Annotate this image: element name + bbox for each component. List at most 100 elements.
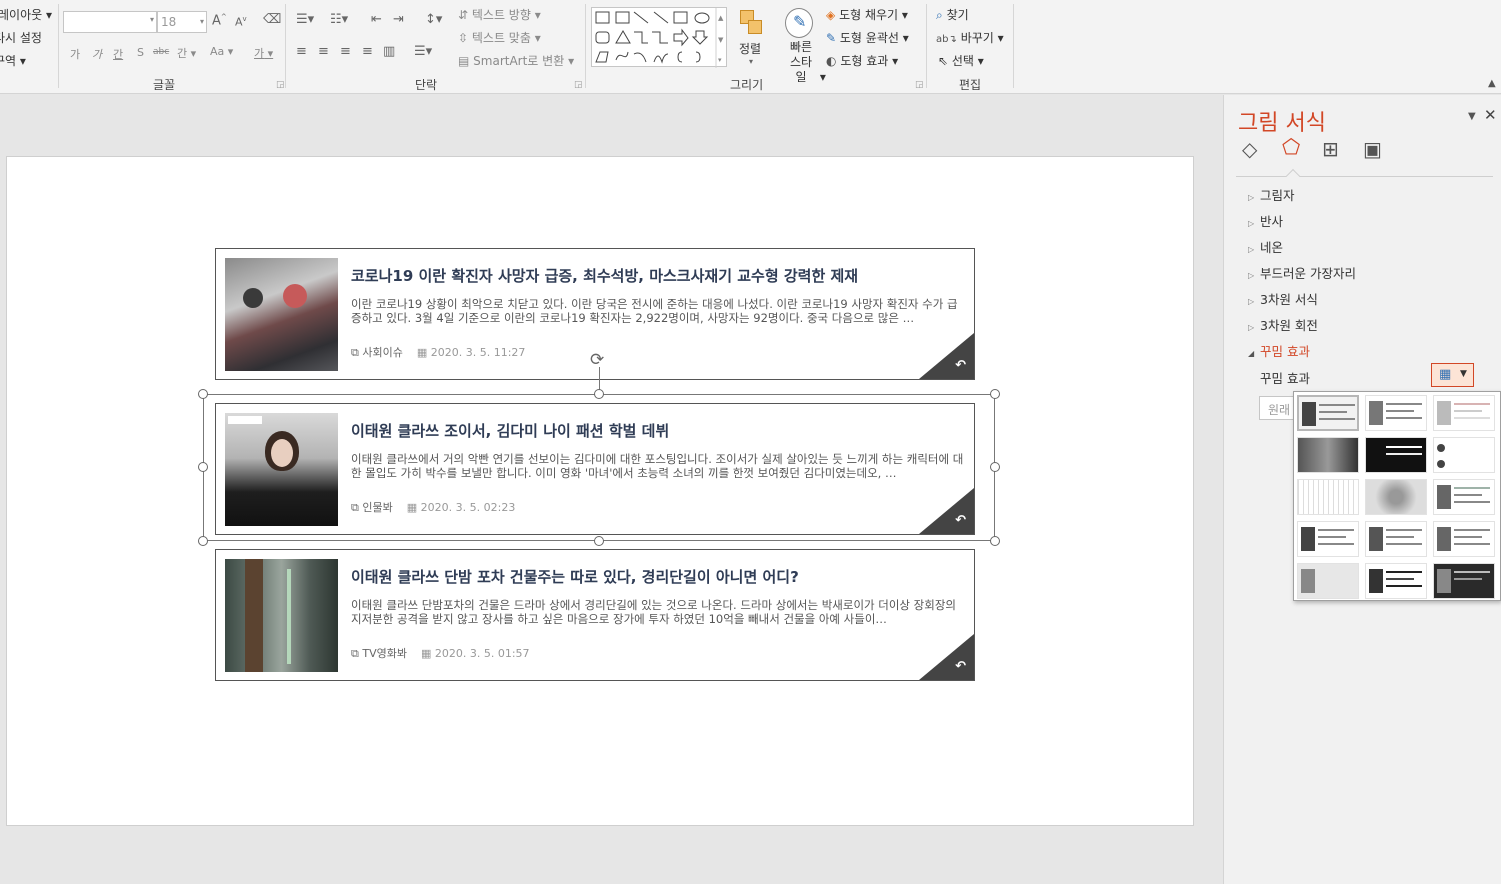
effect-marker[interactable] bbox=[1365, 395, 1427, 431]
section-soft-edges[interactable]: ▷ 부드러운 가장자리 bbox=[1248, 263, 1356, 282]
effect-none[interactable] bbox=[1297, 395, 1359, 431]
chevron-right-icon: ▷ bbox=[1248, 297, 1255, 306]
align-text-button[interactable]: ⇳ 텍스트 맞춤 ▾ bbox=[458, 29, 541, 46]
slide[interactable]: 코로나19 이란 확진자 사망자 급증, 최수석방, 마스크사재기 교수형 강력… bbox=[6, 156, 1194, 826]
post-title[interactable]: 이태원 클라쓰 조이서, 김다미 나이 패션 학벌 데뷔 bbox=[351, 420, 669, 441]
justify-icon[interactable]: ≡ bbox=[362, 44, 373, 59]
resize-handle[interactable] bbox=[198, 389, 208, 399]
font-size-input[interactable]: 18 ▾ bbox=[157, 11, 207, 33]
shape-outline-button[interactable]: ✎ 도형 윤곽선 ▾ bbox=[826, 29, 909, 46]
numbering-icon[interactable]: ☷▾ bbox=[330, 12, 348, 27]
dialog-launcher-icon[interactable]: ◲ bbox=[915, 80, 924, 90]
clear-format-icon[interactable]: ⌫ bbox=[263, 12, 281, 27]
effect-light-screen[interactable] bbox=[1365, 563, 1427, 599]
layout-button[interactable]: 레이아웃 ▾ bbox=[0, 6, 52, 23]
reset-button[interactable]: 다시 설정 bbox=[0, 29, 42, 46]
resize-handle[interactable] bbox=[198, 536, 208, 546]
section-3d-rotation[interactable]: ▷ 3차원 회전 bbox=[1248, 315, 1318, 334]
strikethrough-button[interactable]: abc bbox=[153, 47, 169, 57]
effect-photocopy[interactable] bbox=[1297, 521, 1359, 557]
section-3d-format[interactable]: ▷ 3차원 서식 bbox=[1248, 289, 1318, 308]
post-category[interactable]: 사회이슈 bbox=[362, 346, 402, 359]
dialog-launcher-icon[interactable]: ◲ bbox=[574, 80, 583, 90]
reply-arrow-icon[interactable]: ↶ bbox=[955, 358, 966, 373]
pane-options-icon[interactable]: ▼ bbox=[1468, 111, 1476, 122]
section-artistic-effects[interactable]: ◢ 꾸밈 효과 bbox=[1248, 341, 1310, 360]
font-color-button[interactable]: 가 ▾ bbox=[254, 45, 273, 61]
editing-group-label: 편집 bbox=[959, 78, 982, 92]
post-category[interactable]: 인물봐 bbox=[362, 501, 392, 514]
find-button[interactable]: ⌕ 찾기 bbox=[936, 6, 969, 23]
resize-handle[interactable] bbox=[198, 462, 208, 472]
effect-line-drawing[interactable] bbox=[1297, 437, 1359, 473]
reply-arrow-icon[interactable]: ↶ bbox=[955, 513, 966, 528]
shapes-gallery[interactable]: ▲ ▼ ▾ bbox=[591, 7, 727, 68]
resize-handle[interactable] bbox=[594, 389, 604, 399]
effect-cement[interactable] bbox=[1365, 521, 1427, 557]
resize-handle[interactable] bbox=[990, 536, 1000, 546]
align-left-icon[interactable]: ≡ bbox=[296, 44, 307, 59]
shadow-button[interactable]: S bbox=[137, 46, 144, 59]
rotate-handle-icon[interactable]: ⟳ bbox=[590, 350, 604, 370]
artistic-effects-gallery[interactable] bbox=[1293, 391, 1501, 601]
effects-pentagon-icon[interactable]: ⬠ bbox=[1282, 135, 1300, 159]
effect-blur[interactable] bbox=[1297, 563, 1359, 599]
select-button[interactable]: ⇖ 선택 ▾ bbox=[938, 52, 984, 69]
arrange-button[interactable]: 정렬 bbox=[739, 40, 761, 57]
quick-styles-button[interactable]: 빠른 스타일 ▾ bbox=[786, 40, 826, 85]
text-direction-button[interactable]: ⇵ 텍스트 방향 ▾ bbox=[458, 6, 541, 23]
effect-glow-edges[interactable] bbox=[1433, 563, 1495, 599]
section-glow[interactable]: ▷ 네온 bbox=[1248, 237, 1283, 256]
post-category[interactable]: TV영화봐 bbox=[362, 647, 407, 660]
fill-line-icon[interactable]: ◇ bbox=[1242, 137, 1257, 161]
shrink-font-icon[interactable]: Av bbox=[235, 15, 247, 29]
artistic-effect-dropdown[interactable]: ▦ ▼ bbox=[1431, 363, 1474, 387]
replace-button[interactable]: ab↴ 바꾸기 ▾ bbox=[936, 29, 1004, 46]
effect-glass[interactable] bbox=[1433, 479, 1495, 515]
effect-paint-strokes[interactable] bbox=[1433, 437, 1495, 473]
section-reflection[interactable]: ▷ 반사 bbox=[1248, 211, 1283, 230]
grow-font-icon[interactable]: A^ bbox=[212, 13, 227, 28]
resize-handle[interactable] bbox=[594, 536, 604, 546]
post-card[interactable]: 이태원 클라쓰 조이서, 김다미 나이 패션 학벌 데뷔 이태원 클라쓰에서 거… bbox=[215, 403, 975, 535]
change-case-button[interactable]: Aa ▾ bbox=[210, 45, 233, 58]
post-title[interactable]: 코로나19 이란 확진자 사망자 급증, 최수석방, 마스크사재기 교수형 강력… bbox=[351, 265, 858, 286]
bullets-icon[interactable]: ☰▾ bbox=[296, 12, 314, 27]
effect-mosaic[interactable] bbox=[1297, 479, 1359, 515]
font-name-input[interactable]: ▾ bbox=[63, 11, 157, 33]
align-center-icon[interactable]: ≡ bbox=[318, 44, 329, 59]
italic-button[interactable]: 가 bbox=[92, 46, 102, 62]
effect-chalk-sketch[interactable] bbox=[1365, 437, 1427, 473]
effect-texturizer[interactable] bbox=[1433, 521, 1495, 557]
increase-indent-icon[interactable]: ⇥ bbox=[393, 12, 404, 27]
post-title[interactable]: 이태원 클라쓰 단밤 포차 건물주는 따로 있다, 경리단길이 아니면 어디? bbox=[351, 566, 799, 587]
resize-handle[interactable] bbox=[990, 462, 1000, 472]
post-card[interactable]: 이태원 클라쓰 단밤 포차 건물주는 따로 있다, 경리단길이 아니면 어디? … bbox=[215, 549, 975, 681]
font-color-label: 가 bbox=[254, 47, 265, 60]
decrease-indent-icon[interactable]: ⇤ bbox=[371, 12, 382, 27]
char-spacing-button[interactable]: 간 ▾ bbox=[177, 45, 196, 61]
columns-icon[interactable]: ▥ bbox=[383, 44, 395, 59]
resize-handle[interactable] bbox=[990, 389, 1000, 399]
smartart-button[interactable]: ▤ SmartArt로 변환 ▾ bbox=[458, 52, 574, 69]
dialog-launcher-icon[interactable]: ◲ bbox=[276, 80, 285, 90]
picture-icon[interactable]: ▣ bbox=[1363, 137, 1382, 161]
tab-pointer bbox=[1285, 168, 1301, 184]
line-spacing-icon[interactable]: ↕▾ bbox=[425, 12, 442, 27]
underline-button[interactable]: 간 bbox=[113, 46, 123, 62]
bold-button[interactable]: 가 bbox=[70, 46, 80, 62]
shape-effects-button[interactable]: ◐ 도형 효과 ▾ bbox=[826, 52, 898, 69]
reply-arrow-icon[interactable]: ↶ bbox=[955, 659, 966, 674]
shape-fill-button[interactable]: ◈ 도형 채우기 ▾ bbox=[826, 6, 908, 23]
section-button[interactable]: 구역 ▾ bbox=[0, 52, 26, 69]
align-right-icon[interactable]: ≡ bbox=[340, 44, 351, 59]
ribbon: 레이아웃 ▾ 다시 설정 구역 ▾ ▾ 18▾ A^ Av ⌫ 가 가 간 S … bbox=[0, 0, 1501, 94]
collapse-ribbon-icon[interactable]: ▲ bbox=[1488, 78, 1496, 89]
artistic-effect-label: 꾸밈 효과 bbox=[1260, 371, 1310, 386]
effect-crumpled[interactable] bbox=[1365, 479, 1427, 515]
paragraph-direction-icon[interactable]: ☰▾ bbox=[414, 44, 432, 59]
size-properties-icon[interactable]: ⊞ bbox=[1322, 137, 1339, 161]
close-icon[interactable]: ✕ bbox=[1484, 106, 1497, 124]
effect-pencil-sketch[interactable] bbox=[1433, 395, 1495, 431]
section-shadow[interactable]: ▷ 그림자 bbox=[1248, 185, 1295, 204]
